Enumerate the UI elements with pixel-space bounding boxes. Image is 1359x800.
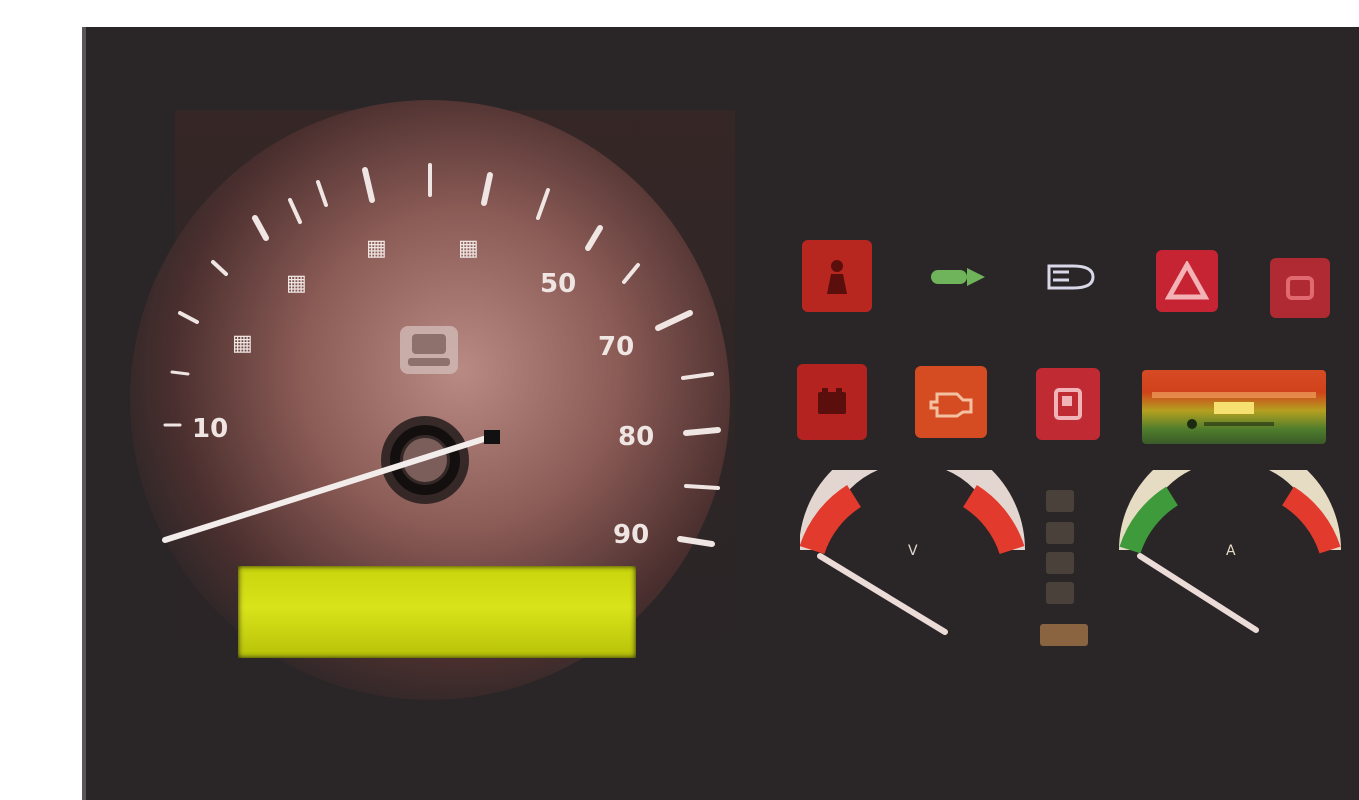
led-indicator: [1046, 552, 1074, 574]
speedometer-badge-icon: [400, 326, 458, 374]
battery-warning-icon[interactable]: [797, 364, 867, 440]
current-gauge: A: [1119, 470, 1341, 633]
voltage-gauge-letter: V: [908, 543, 918, 559]
headlight-icon[interactable]: [1038, 258, 1108, 296]
speedo-label-40: ▦: [366, 236, 387, 261]
voltage-gauge: V: [800, 470, 1025, 635]
engine-check-icon[interactable]: [915, 366, 987, 438]
page: 10 ▦ ▦ ▦ ▦ 50 70 80 90 V A: [0, 0, 1359, 800]
speedo-label-90: 90: [613, 520, 649, 550]
door-open-icon[interactable]: [1036, 368, 1100, 440]
brake-warning-icon[interactable]: [1270, 258, 1330, 318]
voltage-needle: [817, 553, 948, 635]
turn-signal-icon[interactable]: [920, 258, 1000, 296]
fuel-level-bar-icon[interactable]: [1142, 370, 1326, 444]
current-needle: [1137, 553, 1259, 633]
speedo-label-10: 10: [192, 414, 228, 444]
speedo-label-70: 70: [598, 332, 634, 362]
led-indicator: [1046, 490, 1074, 512]
speedo-label-20: ▦: [232, 331, 253, 356]
speedo-label-50-glyph: ▦: [458, 236, 479, 261]
led-indicator: [1046, 522, 1074, 544]
seatbelt-warning-icon[interactable]: [802, 240, 872, 312]
speedo-label-30: ▦: [286, 271, 307, 296]
led-indicator: [1046, 582, 1074, 604]
led-indicator: [1040, 624, 1088, 646]
speedo-label-80: 80: [618, 422, 654, 452]
lcd-display: [238, 566, 636, 658]
hazard-triangle-icon[interactable]: [1156, 250, 1218, 312]
speedo-label-60: 50: [540, 269, 576, 299]
current-gauge-letter: A: [1226, 543, 1236, 559]
